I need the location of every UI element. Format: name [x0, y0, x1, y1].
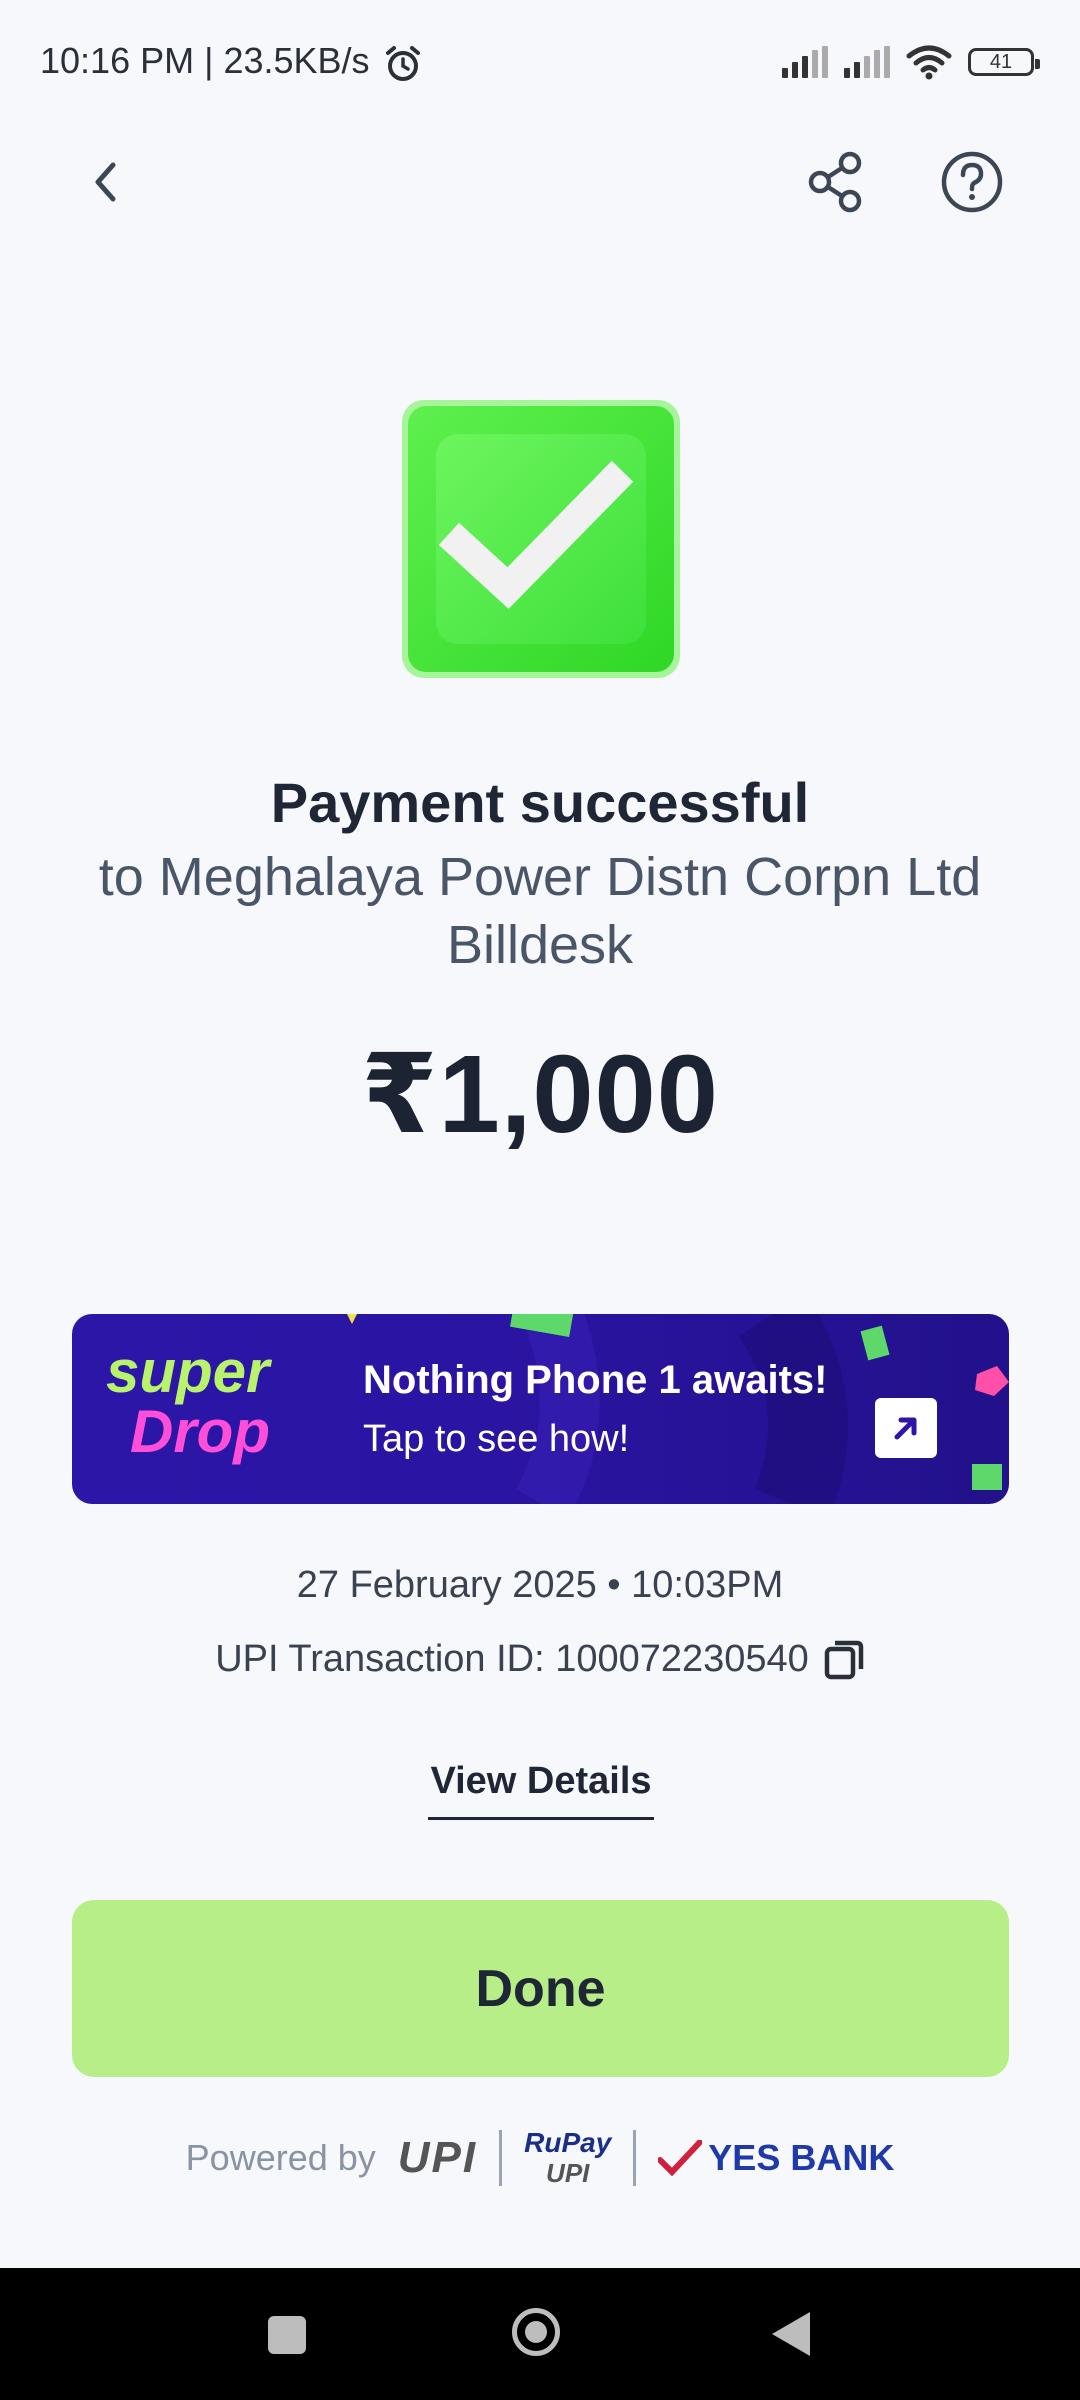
recipient-gateway: Billdesk	[446, 915, 634, 975]
arrow-up-right-icon	[894, 1417, 917, 1440]
banner-arrow-button[interactable]	[875, 1398, 937, 1458]
system-navigation-bar	[0, 2268, 1080, 2400]
home-button[interactable]	[512, 2308, 560, 2356]
status-time: 10:16 PM | 23.5KB/s	[40, 40, 370, 81]
upi-logo: UPI	[397, 2133, 478, 2182]
recipient: to Meghalaya Power Distn Corpn Ltd Billd…	[40, 843, 1040, 979]
superdrop-logo-bottom: Drop	[130, 1398, 270, 1465]
share-button[interactable]	[796, 142, 876, 222]
yes-bank-tick-icon	[658, 2140, 703, 2176]
bank-name: YES BANK	[708, 2137, 895, 2178]
rupay-logo-bottom: UPI	[546, 2158, 590, 2188]
battery-level: 41	[989, 50, 1013, 73]
recipient-name: to Meghalaya Power Distn Corpn Ltd	[98, 847, 982, 907]
copy-icon[interactable]	[823, 1639, 865, 1681]
payment-amount: ₹1,000	[361, 1033, 719, 1156]
status-icons: 41	[782, 44, 1040, 80]
alarm-icon	[386, 46, 420, 81]
transaction-id: UPI Transaction ID: 100072230540	[215, 1638, 809, 1680]
battery-indicator: 41	[968, 48, 1040, 76]
recent-apps-button[interactable]	[268, 2316, 306, 2354]
help-button[interactable]	[932, 142, 1012, 222]
signal-icon	[782, 46, 828, 78]
wifi-icon	[906, 45, 952, 80]
banner-subline: Tap to see how!	[363, 1418, 630, 1460]
payment-status-title: Payment successful	[270, 771, 810, 834]
signal-icon-2	[844, 46, 890, 78]
payment-datetime: 27 February 2025 • 10:03PM	[296, 1564, 784, 1606]
success-check-icon	[400, 398, 682, 680]
divider	[499, 2130, 503, 2186]
promo-banner[interactable]: super Drop Nothing Phone 1 awaits! Tap t…	[72, 1314, 1009, 1504]
view-details-link[interactable]: View Details	[428, 1760, 654, 1820]
chevron-left-icon	[95, 162, 116, 202]
done-button[interactable]: Done	[72, 1900, 1009, 2077]
yes-bank-logo: YES BANK	[658, 2137, 894, 2179]
powered-by-row: Powered by UPI RuPay UPI YES BANK	[0, 2120, 1080, 2196]
top-navigation	[0, 140, 1080, 230]
rupay-upi-logo: RuPay UPI	[524, 2127, 612, 2189]
status-bar: 10:16 PM | 23.5KB/s 41	[0, 0, 1080, 130]
share-icon	[808, 151, 862, 213]
back-button[interactable]	[66, 142, 146, 222]
rupay-logo-top: RuPay	[524, 2127, 612, 2158]
divider	[633, 2130, 637, 2186]
superdrop-logo-top: super	[106, 1338, 270, 1405]
powered-by-text: Powered by	[185, 2137, 376, 2178]
help-icon	[941, 151, 1003, 213]
transaction-id-row: UPI Transaction ID: 100072230540	[0, 1638, 1080, 1681]
banner-headline: Nothing Phone 1 awaits!	[363, 1358, 828, 1402]
system-back-button[interactable]	[772, 2312, 810, 2356]
